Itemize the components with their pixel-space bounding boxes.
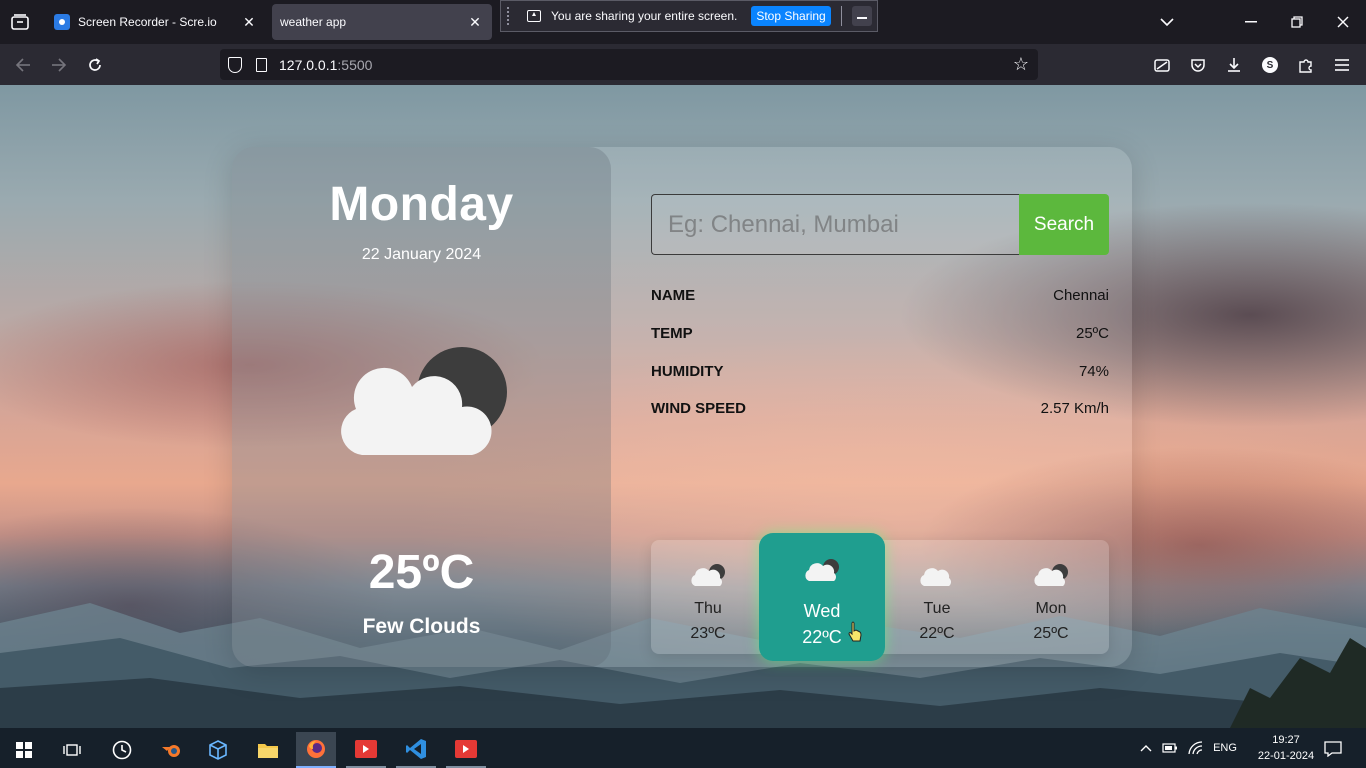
screenshot-tool-icon[interactable] [1150, 53, 1174, 77]
page-viewport: Monday 22 January 2024 25ºC Few Clouds S… [0, 85, 1366, 728]
windows-taskbar: ENG 19:27 22-01-2024 [0, 728, 1366, 768]
cloud-moon-icon [341, 347, 507, 455]
cloud-moon-icon [805, 559, 839, 581]
close-icon[interactable]: ✕ [464, 11, 486, 33]
current-temperature: 25ºC [368, 546, 475, 599]
taskbar-clock[interactable]: 19:27 22-01-2024 [1255, 732, 1317, 764]
search-form: Search [651, 194, 1109, 255]
reload-icon[interactable] [82, 52, 108, 78]
hamburger-menu-icon[interactable] [1330, 53, 1354, 77]
browser-tab-strip: Screen Recorder - Scre.io ✕ weather app … [0, 0, 1366, 44]
windows-start-icon[interactable] [4, 732, 44, 768]
clock-date: 22-01-2024 [1257, 750, 1315, 762]
stat-value: 74% [1078, 363, 1109, 380]
city-search-input[interactable] [651, 194, 1021, 255]
cloud-moon-icon [691, 564, 725, 586]
window-restore-icon[interactable] [1282, 8, 1312, 36]
page-icon[interactable] [256, 57, 267, 72]
weather-description: Few Clouds [362, 615, 481, 638]
tab-weather-app[interactable]: weather app ✕ [272, 4, 492, 40]
clock-app-icon[interactable] [102, 732, 142, 768]
account-avatar-icon[interactable]: S [1258, 53, 1282, 77]
wifi-icon[interactable] [1186, 738, 1206, 758]
avatar: S [1262, 57, 1278, 73]
bookmark-star-icon[interactable]: ☆ [1010, 53, 1032, 75]
window-minimize-icon[interactable] [1236, 8, 1266, 36]
screen-recorder-favicon-icon [54, 14, 70, 30]
forecast-day-wed[interactable]: Wed 22ºC [759, 533, 885, 661]
shield-icon[interactable] [228, 56, 242, 73]
forecast-day-name: Mon [1035, 600, 1067, 617]
sharing-message: You are sharing your entire screen. [551, 9, 738, 23]
forecast-day-temp: 23ºC [690, 625, 726, 642]
forward-arrow-icon[interactable] [46, 52, 72, 78]
tab-list-icon[interactable] [8, 10, 32, 34]
tab-title: weather app [280, 15, 347, 29]
tab-title: Screen Recorder - Scre.io [78, 15, 217, 29]
forecast-day-tue[interactable]: Tue 22ºC [880, 540, 994, 654]
language-indicator[interactable]: ENG [1210, 738, 1240, 758]
current-weather-panel: Monday 22 January 2024 25ºC Few Clouds [232, 147, 611, 667]
3d-viewer-icon[interactable] [198, 732, 238, 768]
forecast-day-temp: 22ºC [919, 625, 955, 642]
clock-time: 19:27 [1272, 734, 1300, 746]
blender-icon[interactable] [152, 732, 192, 768]
screen-sharing-bar: You are sharing your entire screen. Stop… [500, 0, 878, 32]
tab-screen-recorder[interactable]: Screen Recorder - Scre.io ✕ [44, 4, 266, 40]
screen-recorder-app-icon-2[interactable] [446, 732, 486, 768]
stat-value: 25ºC [1076, 325, 1109, 342]
extensions-puzzle-icon[interactable] [1294, 53, 1318, 77]
stat-row-humidity: HUMIDITY 74% [651, 363, 1109, 385]
back-arrow-icon[interactable] [10, 52, 36, 78]
stat-label: TEMP [651, 325, 693, 342]
stat-label: WIND SPEED [651, 400, 747, 417]
forecast-day-temp: 25ºC [1033, 625, 1069, 642]
address-bar[interactable]: 127.0.0.1:5500 ☆ [220, 49, 1038, 80]
battery-icon[interactable] [1160, 738, 1180, 758]
cloud-icon [920, 568, 951, 586]
browser-toolbar: 127.0.0.1:5500 ☆ S [0, 44, 1366, 85]
current-day: Monday [329, 178, 514, 231]
weather-card: Monday 22 January 2024 25ºC Few Clouds S… [232, 147, 1132, 667]
cloud-moon-icon [1034, 564, 1068, 586]
current-date: 22 January 2024 [361, 246, 482, 263]
stat-row-temp: TEMP 25ºC [651, 325, 1109, 347]
drag-handle-icon[interactable] [507, 7, 517, 25]
search-button[interactable]: Search [1019, 194, 1109, 255]
forecast-day-thu[interactable]: Thu 23ºC [651, 540, 765, 654]
window-close-icon[interactable] [1328, 8, 1358, 36]
forecast-strip: Thu 23ºC Wed 22ºC Tue 22ºC Mon 25ºC [651, 533, 1109, 661]
stat-value: 2.57 Km/h [1040, 400, 1109, 417]
forecast-day-temp: 22ºC [802, 627, 842, 647]
forecast-day-name: Thu [694, 600, 722, 617]
screen-recorder-app-icon[interactable] [346, 732, 386, 768]
chevron-down-icon[interactable] [1152, 8, 1182, 36]
url-text[interactable]: 127.0.0.1:5500 [279, 57, 372, 73]
file-explorer-icon[interactable] [248, 732, 288, 768]
forecast-day-mon[interactable]: Mon 25ºC [994, 540, 1108, 654]
show-hidden-icons-chevron-up-icon[interactable] [1138, 738, 1154, 758]
stat-label: HUMIDITY [651, 363, 724, 380]
notification-center-icon[interactable] [1322, 738, 1344, 760]
pocket-icon[interactable] [1186, 53, 1210, 77]
stop-sharing-button[interactable]: Stop Sharing [751, 6, 831, 26]
divider [840, 6, 842, 26]
stat-row-name: NAME Chennai [651, 287, 1109, 309]
vscode-icon[interactable] [396, 732, 436, 768]
task-view-icon[interactable] [52, 732, 92, 768]
stat-label: NAME [651, 287, 696, 304]
close-icon[interactable]: ✕ [238, 11, 260, 33]
download-icon[interactable] [1222, 53, 1246, 77]
forecast-day-name: Tue [923, 600, 951, 617]
forecast-day-name: Wed [803, 601, 841, 621]
stat-row-wind-speed: WIND SPEED 2.57 Km/h [651, 400, 1109, 422]
stat-value: Chennai [1053, 287, 1109, 304]
firefox-icon[interactable] [296, 732, 336, 768]
hand-cursor-icon [848, 621, 862, 642]
minimize-icon[interactable] [851, 6, 872, 26]
share-screen-icon [527, 10, 541, 22]
